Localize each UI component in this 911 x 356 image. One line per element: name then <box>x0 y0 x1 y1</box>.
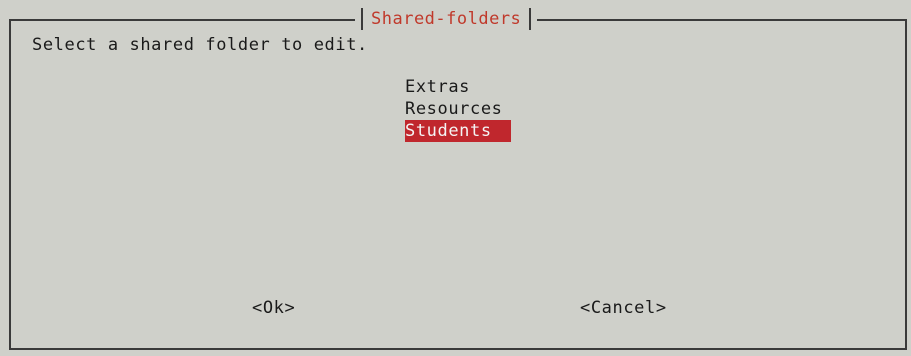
folder-menu: Extras Resources Students <box>405 76 511 142</box>
dialog-prompt: Select a shared folder to edit. <box>32 35 368 55</box>
menu-item-students[interactable]: Students <box>405 120 511 142</box>
title-right-divider <box>529 8 532 30</box>
ok-button[interactable]: <Ok> <box>252 298 295 318</box>
menu-item-extras[interactable]: Extras <box>405 76 511 98</box>
dialog-frame <box>9 19 907 350</box>
menu-item-resources[interactable]: Resources <box>405 98 511 120</box>
dialog-title: Shared-folders <box>371 9 522 29</box>
cancel-button[interactable]: <Cancel> <box>580 298 667 318</box>
dialog-title-bar: Shared-folders <box>355 6 538 32</box>
terminal-screen: Shared-folders Select a shared folder to… <box>0 0 911 356</box>
